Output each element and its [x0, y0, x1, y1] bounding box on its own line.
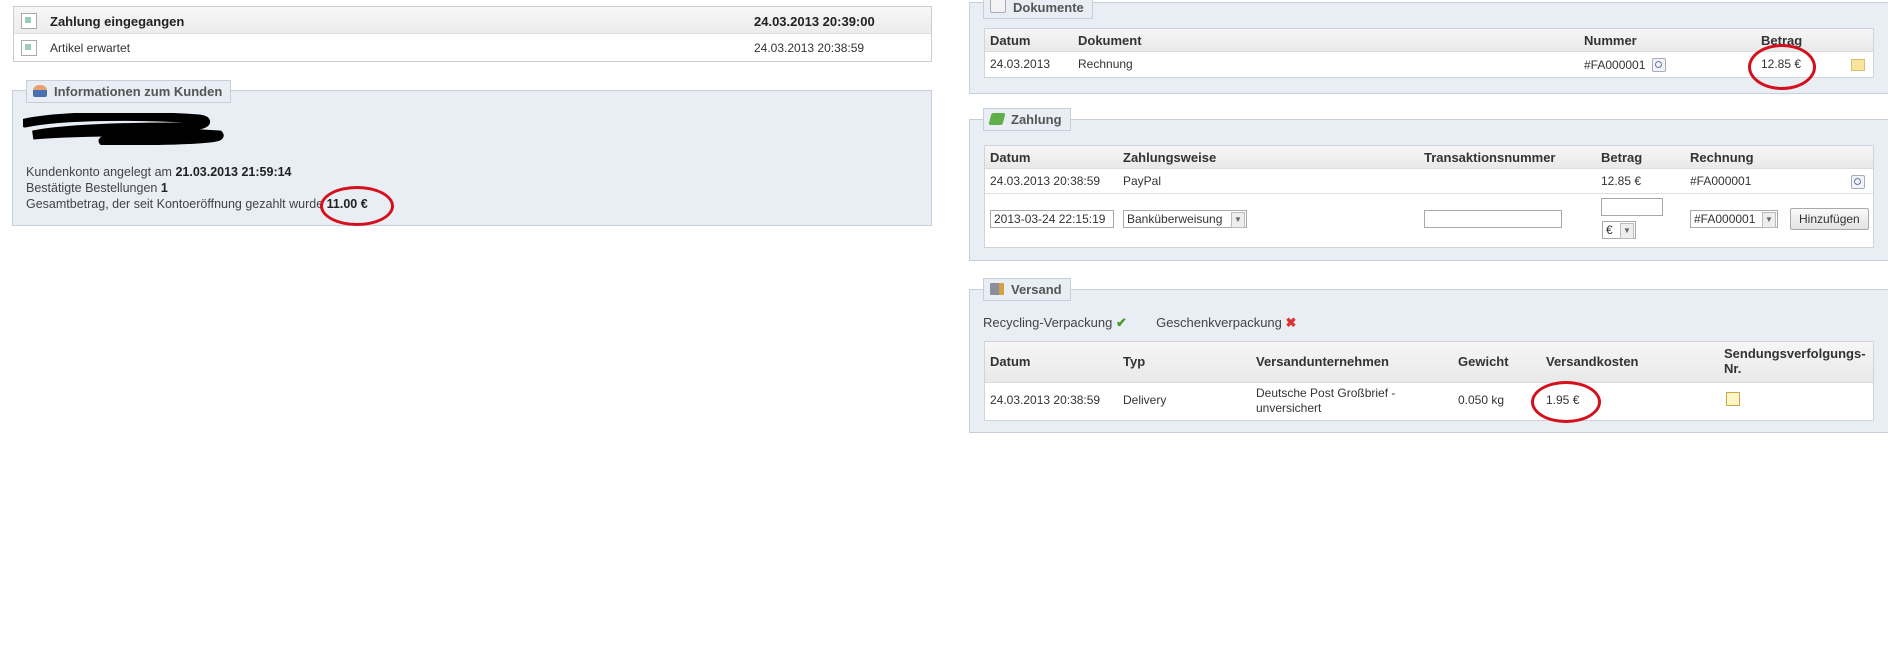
col-header: Datum — [990, 150, 1031, 165]
status-image-icon — [21, 13, 37, 29]
account-created-label: Kundenkonto angelegt am — [26, 165, 172, 179]
customer-info-legend: Informationen zum Kunden — [26, 80, 232, 103]
document-number-link[interactable]: #FA000001 — [1584, 58, 1645, 72]
document-date: 24.03.2013 — [990, 57, 1051, 71]
history-date: 24.03.2013 20:39:00 — [754, 14, 875, 29]
payment-table: Datum Zahlungsweise Transaktionsnummer B… — [984, 145, 1874, 248]
shipping-table: Datum Typ Versandunternehmen Gewicht Ver… — [984, 341, 1874, 421]
magnifier-icon — [990, 0, 1006, 13]
col-header: Betrag — [1601, 150, 1643, 165]
payment-legend: Zahlung — [983, 108, 1071, 131]
history-date: 24.03.2013 20:38:59 — [754, 41, 865, 55]
documents-legend: Dokumente — [983, 0, 1093, 19]
payment-method-selected: Banküberweisung — [1127, 212, 1223, 226]
col-header: Dokument — [1078, 33, 1142, 48]
invoice-select[interactable]: #FA000001 ▼ — [1690, 210, 1778, 228]
col-header: Transaktionsnummer — [1424, 150, 1556, 165]
col-header: Versandunternehmen — [1256, 354, 1389, 369]
shipping-date: 24.03.2013 20:38:59 — [990, 393, 1101, 407]
col-header: Nummer — [1584, 33, 1637, 48]
documents-title: Dokumente — [1013, 0, 1084, 15]
highlight-circle — [1748, 44, 1816, 90]
status-image-icon — [21, 40, 37, 56]
customer-info-panel: Kundenkonto angelegt am 21.03.2013 21:59… — [12, 90, 932, 226]
documents-table: Datum Dokument Nummer Betrag 24.03.2013 … — [984, 28, 1874, 78]
account-created-line: Kundenkonto angelegt am 21.03.2013 21:59… — [26, 165, 292, 179]
history-status: Zahlung eingegangen — [50, 14, 185, 29]
history-status: Artikel erwartet — [50, 41, 131, 55]
shipping-carrier: Deutsche Post Großbrief - unversichert — [1256, 386, 1396, 415]
wrapping-options: Recycling-Verpackung ✔ Geschenkverpackun… — [983, 315, 1296, 331]
payment-amount: 12.85 € — [1601, 174, 1642, 188]
payment-invoice: #FA000001 — [1690, 174, 1752, 188]
history-row: Artikel erwartet 24.03.2013 20:38:59 — [14, 34, 931, 60]
cross-icon: ✖ — [1285, 315, 1297, 330]
highlight-circle — [320, 186, 394, 226]
truck-icon — [990, 283, 1004, 295]
redacted-name-scribble — [23, 113, 224, 145]
confirmed-orders-label: Bestätigte Bestellungen — [26, 181, 158, 195]
payment-title: Zahlung — [1011, 112, 1062, 127]
chevron-down-icon: ▼ — [1620, 223, 1634, 239]
col-header: Datum — [990, 354, 1031, 369]
payment-date: 24.03.2013 20:38:59 — [990, 174, 1101, 188]
total-paid-label: Gesamtbetrag, der seit Kontoeröffnung ge… — [26, 197, 324, 211]
col-header: Versandkosten — [1546, 354, 1639, 369]
shipping-legend: Versand — [983, 278, 1071, 301]
payment-method: PayPal — [1123, 174, 1162, 188]
confirmed-orders-line: Bestätigte Bestellungen 1 — [26, 181, 168, 195]
add-payment-button[interactable]: Hinzufügen — [1790, 208, 1869, 230]
chevron-down-icon: ▼ — [1231, 212, 1245, 228]
col-header: Zahlungsweise — [1123, 150, 1217, 165]
currency-selected: € — [1606, 223, 1613, 237]
check-icon: ✔ — [1115, 315, 1127, 330]
col-header: Datum — [990, 33, 1031, 48]
note-icon[interactable] — [1851, 59, 1865, 71]
shipping-weight: 0.050 kg — [1458, 393, 1505, 407]
edit-tracking-icon[interactable] — [1726, 392, 1740, 406]
transaction-number-input[interactable] — [1424, 210, 1562, 228]
gift-wrap-label: Geschenkverpackung — [1156, 315, 1282, 330]
col-header: Typ — [1123, 354, 1146, 369]
payment-date-input[interactable]: 2013-03-24 22:15:19 — [990, 210, 1114, 228]
col-header: Sendungsverfolgungs-Nr. — [1724, 346, 1866, 376]
history-row: Zahlung eingegangen 24.03.2013 20:39:00 — [14, 7, 931, 34]
col-header: Rechnung — [1690, 150, 1754, 165]
chevron-down-icon: ▼ — [1762, 212, 1776, 228]
user-icon — [33, 85, 47, 97]
total-paid-line: Gesamtbetrag, der seit Kontoeröffnung ge… — [26, 197, 368, 211]
payment-method-select[interactable]: Banküberweisung ▼ — [1123, 210, 1247, 228]
view-payment-icon[interactable] — [1851, 175, 1865, 189]
recycling-label: Recycling-Verpackung — [983, 315, 1113, 330]
shipping-type: Delivery — [1123, 393, 1167, 407]
order-status-history: Zahlung eingegangen 24.03.2013 20:39:00 … — [13, 6, 932, 62]
shipping-title: Versand — [1011, 282, 1062, 297]
account-created-date: 21.03.2013 21:59:14 — [175, 165, 292, 179]
view-document-icon[interactable] — [1652, 58, 1666, 72]
col-header: Gewicht — [1458, 354, 1509, 369]
document-type: Rechnung — [1078, 57, 1133, 71]
customer-info-title: Informationen zum Kunden — [54, 84, 223, 99]
invoice-selected: #FA000001 — [1694, 212, 1756, 226]
money-icon — [988, 113, 1006, 125]
highlight-circle — [1531, 381, 1601, 423]
payment-amount-input[interactable] — [1601, 198, 1663, 216]
currency-select[interactable]: € ▼ — [1602, 221, 1636, 239]
confirmed-orders-count: 1 — [160, 181, 168, 195]
